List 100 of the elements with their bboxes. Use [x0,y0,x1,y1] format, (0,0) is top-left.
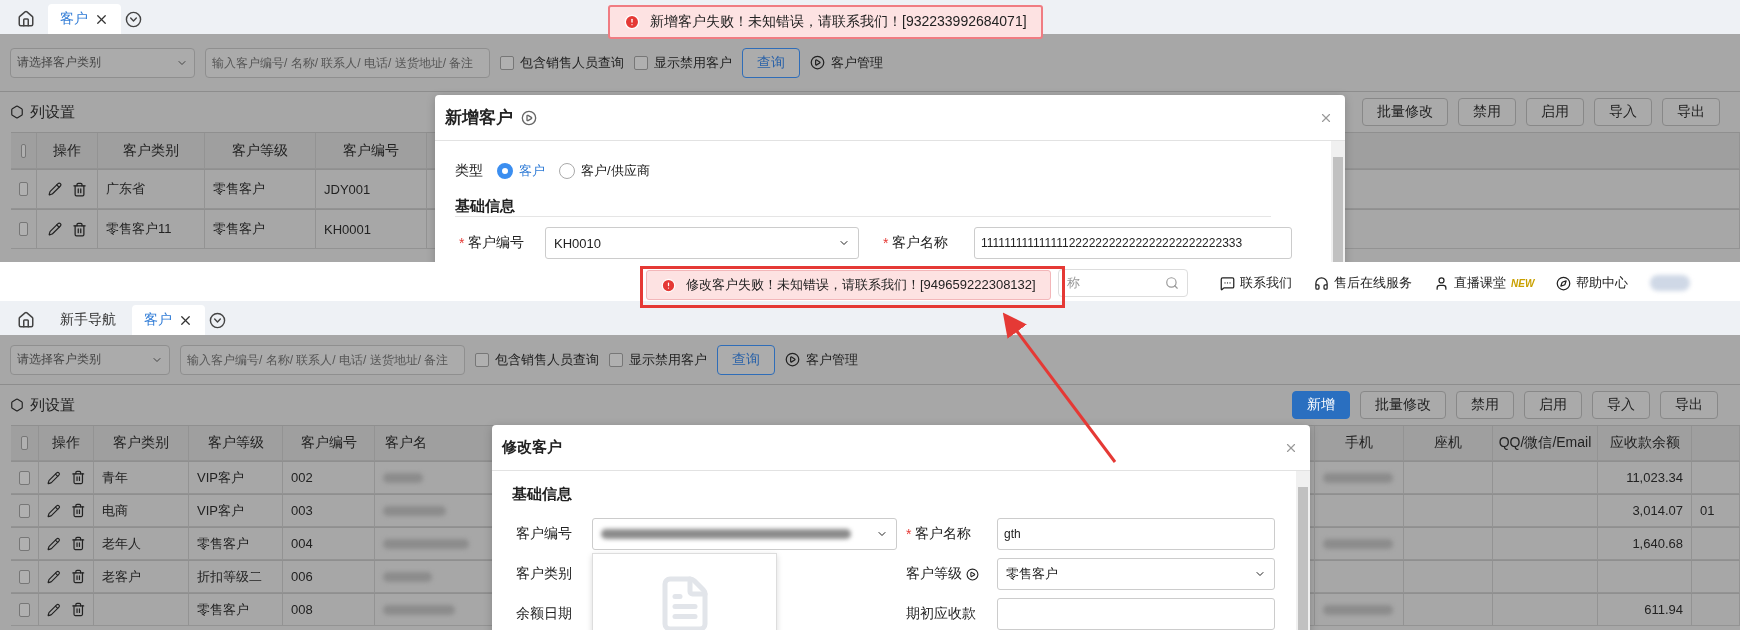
checkbox[interactable] [21,436,28,450]
field-label: 期初应收款 [906,605,976,623]
text-field[interactable] [997,598,1275,630]
header-link[interactable]: 售后在线服务 [1314,274,1412,292]
tab[interactable]: 新手导航 [48,305,128,335]
category-select[interactable]: 请选择客户类别 [10,344,170,375]
code-select[interactable] [592,518,897,550]
checkbox[interactable] [609,352,623,367]
action-button[interactable]: 导入 [1592,391,1650,419]
table-cell: 002 [283,462,375,493]
table-cell: 11,023.34 [1598,462,1692,493]
checkbox[interactable] [500,55,514,70]
new-label: NEW [1511,277,1535,289]
checkbox-label: 显示禁用客户 [654,53,732,72]
delete-icon[interactable] [70,503,85,518]
edit-icon[interactable] [47,222,62,236]
action-button[interactable]: 启用 [1526,98,1584,126]
action-button[interactable]: 导出 [1662,98,1720,126]
action-button[interactable]: 批量修改 [1360,391,1446,419]
compass-icon [1556,275,1572,291]
checkbox-label: 显示禁用客户 [629,350,707,369]
search-field[interactable]: 输入客户编号/ 名称/ 联系人/ 电话/ 送货地址/ 备注 [205,47,490,78]
table-cell: JDY001 [316,170,427,208]
error-icon [624,14,640,30]
edit-icon[interactable] [47,569,61,584]
blurred-text [1323,604,1393,615]
delete-icon[interactable] [70,569,85,584]
column-header: 客户等级 [189,426,283,460]
level-select[interactable]: 零售客户 [997,558,1275,590]
edit-icon[interactable] [47,536,61,551]
delete-icon[interactable] [70,602,85,617]
delete-icon[interactable] [70,470,85,485]
field-label: 客户名称 [892,234,949,252]
tab[interactable]: 客户 [132,305,205,335]
action-button[interactable]: 导出 [1660,391,1718,419]
chat-icon [1220,275,1235,291]
required-mark: * [459,235,465,251]
checkbox[interactable] [19,470,30,485]
column-header: 应收款余额 [1598,426,1692,460]
delete-icon[interactable] [71,181,87,197]
checkbox[interactable] [19,536,30,551]
code-select[interactable]: KH0010 [545,227,859,259]
column-header: 操作 [39,426,94,460]
delete-icon[interactable] [70,536,85,551]
header-link[interactable]: 联系我们 [1220,274,1292,292]
table-cell: VIP客户 [189,462,283,493]
field-label: 客户类别 [516,565,572,583]
error-toast: 新增客户失败！未知错误，请联系我们！[932233992684071] [608,5,1043,39]
checkbox[interactable] [19,569,30,584]
checkbox[interactable] [21,143,26,158]
category-select[interactable]: 请选择客户类别 [10,47,195,78]
dialog-title: 新增客户 [445,107,513,129]
checkbox-label: 包含销售人员查询 [520,53,624,72]
hexagon-icon [10,398,24,412]
search-field[interactable]: 输入客户编号/ 名称/ 联系人/ 电话/ 送货地址/ 备注 [180,344,465,375]
column-settings-link[interactable]: 列设置 [10,102,75,122]
checkbox[interactable] [19,222,28,236]
table-cell: 零售客户11 [98,210,205,248]
hexagon-icon [10,105,24,119]
text-field[interactable]: gth [997,518,1275,550]
name-field[interactable]: 11111111111111122222222222222222222222333 [974,227,1292,259]
play-icon [810,55,825,70]
edit-icon[interactable] [47,182,62,196]
table-cell: VIP客户 [189,495,283,526]
checkbox[interactable] [19,503,30,518]
checkbox[interactable] [475,352,489,367]
field-label: 客户编号 [468,234,525,252]
action-button[interactable]: 新增 [1292,391,1350,419]
action-button[interactable]: 禁用 [1456,391,1514,419]
table-cell: 老年人 [94,528,189,559]
blurred-text [1323,472,1393,483]
checkbox[interactable] [634,55,648,70]
manage-link[interactable]: 客户管理 [785,350,858,369]
checkbox[interactable] [19,602,30,617]
header-link[interactable]: 直播课堂 NEW [1434,274,1535,292]
checkbox[interactable] [19,182,28,196]
radio-button[interactable] [559,163,575,179]
tab[interactable]: 客户 [48,4,121,34]
action-button[interactable]: 启用 [1524,391,1582,419]
column-header: 客户等级 [205,133,316,168]
action-button[interactable]: 批量修改 [1362,98,1448,126]
action-button[interactable]: 禁用 [1458,98,1516,126]
header-link[interactable]: 帮助中心 [1556,274,1629,292]
edit-icon[interactable] [47,602,61,617]
action-button[interactable]: 导入 [1594,98,1652,126]
table-cell: 004 [283,528,375,559]
column-settings-link[interactable]: 列设置 [10,395,75,415]
edit-icon[interactable] [47,503,61,518]
section-title: 基础信息 [455,196,515,216]
dialog-title: 修改客户 [502,438,562,457]
edit-icon[interactable] [47,470,61,485]
play-icon[interactable] [966,567,979,581]
blurred-text [1323,538,1393,549]
table-cell: 零售客户 [205,170,316,208]
table-cell: 老客户 [94,561,189,592]
column-header: 操作 [37,133,98,168]
delete-icon[interactable] [71,221,87,237]
radio-button[interactable] [497,163,513,179]
table-cell: 广东省 [98,170,205,208]
manage-link[interactable]: 客户管理 [810,53,883,72]
